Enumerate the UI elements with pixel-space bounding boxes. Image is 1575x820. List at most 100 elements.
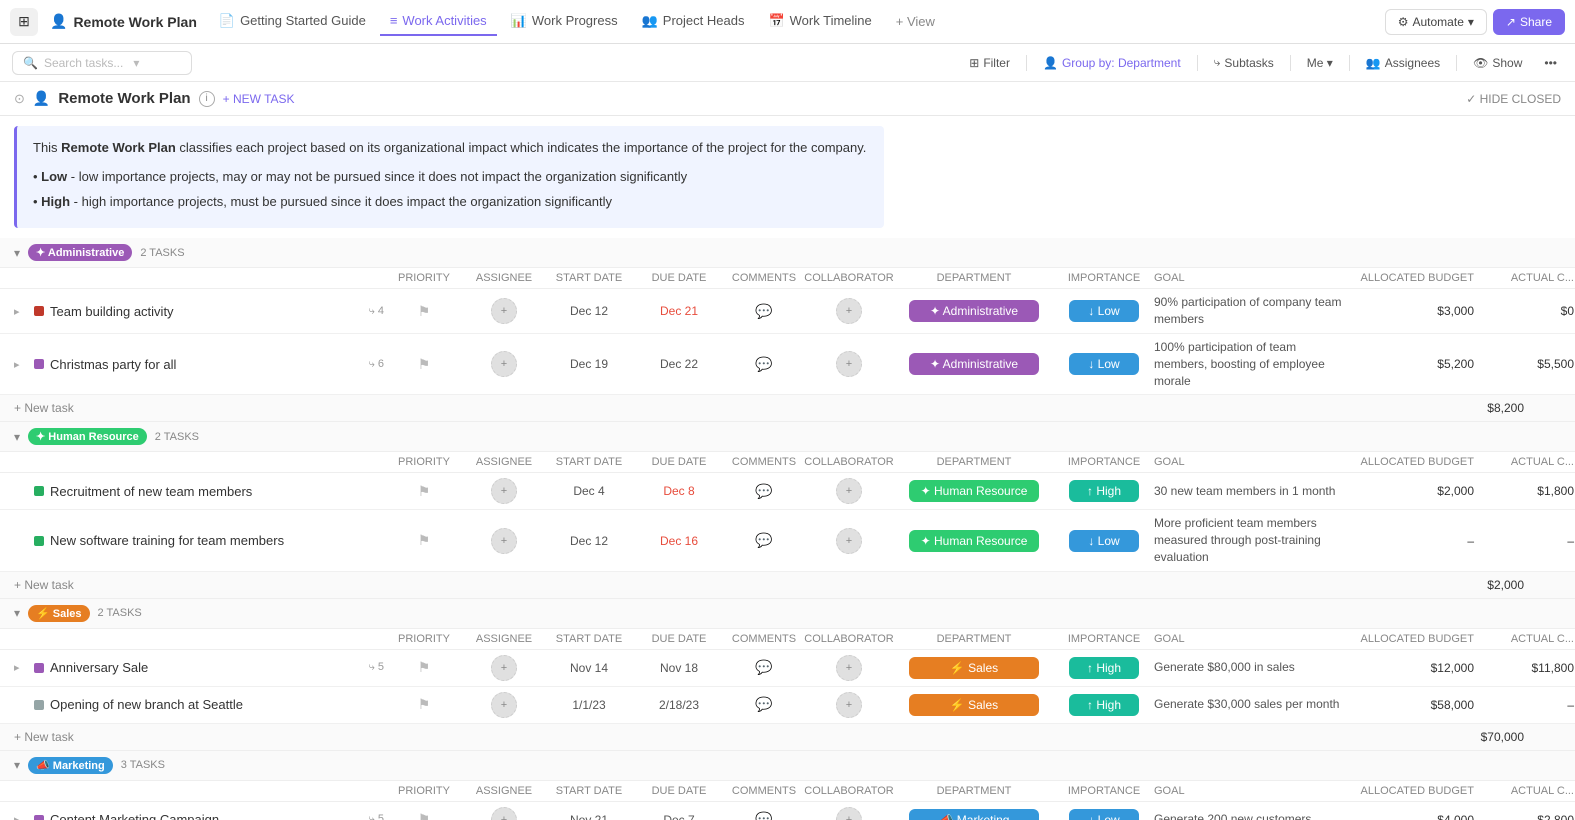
- task-priority-3[interactable]: ⚑: [384, 483, 464, 500]
- show-button[interactable]: 👁 Show: [1467, 53, 1528, 73]
- task-budget-3: $2,000: [1354, 484, 1474, 498]
- group-toggle-hr[interactable]: [14, 430, 20, 444]
- task-expand-7[interactable]: ▸: [14, 813, 28, 820]
- toolbar-divider-5: [1456, 55, 1457, 71]
- priority-flag-2: ⚑: [418, 356, 431, 372]
- col-header-goal-hr: GOAL: [1154, 456, 1354, 468]
- dept-badge-5: ⚡ Sales: [909, 657, 1039, 679]
- task-assignee-5[interactable]: +: [464, 655, 544, 681]
- comment-icon-3: 💬: [755, 483, 772, 500]
- task-comments-4[interactable]: 💬: [724, 532, 804, 549]
- project-name[interactable]: 👤 Remote Work Plan: [42, 9, 205, 34]
- task-collab-2[interactable]: +: [804, 351, 894, 377]
- task-assignee-4[interactable]: +: [464, 528, 544, 554]
- more-options-button[interactable]: •••: [1538, 53, 1563, 73]
- col-header-goal: GOAL: [1154, 272, 1354, 284]
- group-header-sales: ⚡ Sales 2 TASKS: [0, 599, 1575, 629]
- search-box[interactable]: 🔍 Search tasks... ▾: [12, 51, 192, 75]
- task-dept-2: ✦ Administrative: [894, 353, 1054, 375]
- task-assignee-6[interactable]: +: [464, 692, 544, 718]
- group-toggle-sales[interactable]: [14, 606, 20, 620]
- task-comments-7[interactable]: 💬: [724, 811, 804, 820]
- task-name-6[interactable]: Opening of new branch at Seattle: [50, 697, 384, 712]
- tab-project-heads[interactable]: 👥 Project Heads: [632, 7, 755, 37]
- assignees-button[interactable]: 👥 Assignees: [1360, 53, 1446, 73]
- task-assignee-7[interactable]: +: [464, 807, 544, 820]
- task-comments-3[interactable]: 💬: [724, 483, 804, 500]
- group-header-hr: ✦ Human Resource 2 TASKS: [0, 422, 1575, 452]
- share-icon: ↗: [1506, 15, 1516, 29]
- group-by-button[interactable]: 👤 Group by: Department: [1037, 53, 1187, 73]
- task-comments-6[interactable]: 💬: [724, 696, 804, 713]
- task-priority-4[interactable]: ⚑: [384, 532, 464, 549]
- task-name-1[interactable]: Team building activity: [50, 304, 363, 319]
- task-priority-2[interactable]: ⚑: [384, 356, 464, 373]
- task-priority-1[interactable]: ⚑: [384, 303, 464, 320]
- task-name-5[interactable]: Anniversary Sale: [50, 660, 363, 675]
- task-assignee-3[interactable]: +: [464, 478, 544, 504]
- task-priority-5[interactable]: ⚑: [384, 659, 464, 676]
- project-collapse-toggle[interactable]: ⊙: [14, 91, 25, 107]
- col-header-goal-sales: GOAL: [1154, 633, 1354, 645]
- new-task-sales[interactable]: + New task: [14, 730, 384, 744]
- group-footer-sales: + New task $70,000 $11,800: [0, 724, 1575, 751]
- col-header-start-marketing: START DATE: [544, 785, 634, 797]
- search-dropdown[interactable]: ▾: [133, 56, 139, 70]
- new-task-button[interactable]: + NEW TASK: [223, 92, 295, 106]
- task-name-3[interactable]: Recruitment of new team members: [50, 484, 384, 499]
- task-collab-3[interactable]: +: [804, 478, 894, 504]
- group-toggle-marketing[interactable]: [14, 758, 20, 772]
- task-name-2[interactable]: Christmas party for all: [50, 357, 363, 372]
- task-expand-2[interactable]: ▸: [14, 358, 28, 371]
- col-header-priority-hr: PRIORITY: [384, 456, 464, 468]
- tab-getting-started[interactable]: 📄 Getting Started Guide: [209, 7, 376, 37]
- task-assignee-1[interactable]: +: [464, 298, 544, 324]
- tab-work-timeline[interactable]: 📅 Work Timeline: [758, 7, 881, 37]
- task-collab-1[interactable]: +: [804, 298, 894, 324]
- task-priority-7[interactable]: ⚑: [384, 811, 464, 820]
- share-button[interactable]: ↗ Share: [1493, 9, 1565, 35]
- hide-closed-button[interactable]: ✓ HIDE CLOSED: [1466, 92, 1561, 106]
- task-collab-6[interactable]: +: [804, 692, 894, 718]
- task-name-7[interactable]: Content Marketing Campaign: [50, 812, 363, 820]
- priority-flag-6: ⚑: [418, 696, 431, 712]
- footer-budget-admin: $8,200: [1404, 401, 1524, 415]
- task-expand-1[interactable]: ▸: [14, 305, 28, 318]
- col-header-collaborator-marketing: COLLABORATOR: [804, 785, 894, 797]
- task-collab-5[interactable]: +: [804, 655, 894, 681]
- task-comments-1[interactable]: 💬: [724, 303, 804, 320]
- toolbar-divider-1: [1026, 55, 1027, 71]
- task-collab-4[interactable]: +: [804, 528, 894, 554]
- subtasks-button[interactable]: ⤷ Subtasks: [1208, 52, 1280, 73]
- collab-avatar-3: +: [836, 478, 862, 504]
- footer-actual-hr: $1,800: [1524, 578, 1575, 592]
- task-priority-6[interactable]: ⚑: [384, 696, 464, 713]
- show-icon: 👁: [1473, 56, 1488, 70]
- app-logo[interactable]: ⊞: [10, 8, 38, 36]
- filter-button[interactable]: ⊞ Filter: [963, 53, 1016, 73]
- project-info-icon[interactable]: i: [199, 91, 215, 107]
- task-assignee-2[interactable]: +: [464, 351, 544, 377]
- tab-work-activities[interactable]: ≡ Work Activities: [380, 7, 497, 36]
- task-collab-7[interactable]: +: [804, 807, 894, 820]
- new-task-hr[interactable]: + New task: [14, 578, 384, 592]
- group-toggle-administrative[interactable]: [14, 246, 20, 260]
- task-importance-3: ↑ High: [1054, 480, 1154, 502]
- task-name-4[interactable]: New software training for team members: [50, 533, 384, 548]
- col-header-priority: PRIORITY: [384, 272, 464, 284]
- task-color-1: [34, 306, 44, 316]
- automate-button[interactable]: ⚙ Automate ▾: [1385, 9, 1487, 35]
- add-view-button[interactable]: + View: [886, 8, 945, 35]
- task-expand-5[interactable]: ▸: [14, 661, 28, 674]
- task-actual-1: $0: [1474, 304, 1574, 318]
- col-header-collaborator-sales: COLLABORATOR: [804, 633, 894, 645]
- new-task-administrative[interactable]: + New task: [14, 401, 384, 415]
- toolbar-right: ⊞ Filter 👤 Group by: Department ⤷ Subtas…: [963, 52, 1563, 73]
- me-button[interactable]: Me ▾: [1301, 53, 1339, 73]
- task-subtask-2: ⤷ 6: [369, 358, 384, 371]
- task-comments-5[interactable]: 💬: [724, 659, 804, 676]
- task-goal-3: 30 new team members in 1 month: [1154, 483, 1354, 500]
- task-comments-2[interactable]: 💬: [724, 356, 804, 373]
- tab-work-progress[interactable]: 📊 Work Progress: [501, 7, 628, 37]
- comment-icon-5: 💬: [755, 659, 772, 676]
